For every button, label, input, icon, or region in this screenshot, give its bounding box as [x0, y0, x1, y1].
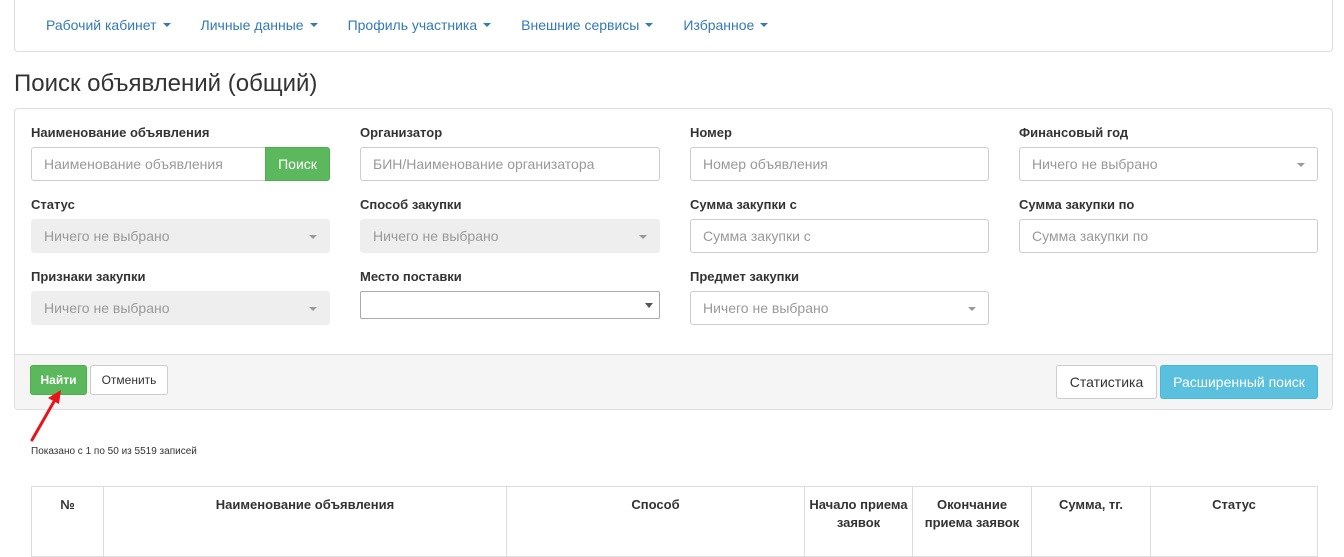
number-input[interactable]: Номер объявления	[690, 147, 989, 181]
nav-item-workspace[interactable]: Рабочий кабинет	[46, 17, 171, 33]
nav-item-label: Личные данные	[200, 17, 304, 33]
column-header-sum[interactable]: Сумма, тг.	[1031, 486, 1151, 557]
purchase-subject-value: Ничего не выбрано	[703, 300, 829, 316]
purchase-method-select[interactable]: Ничего не выбрано	[360, 219, 660, 253]
table-header-row: № Наименование объявления Способ Начало …	[31, 486, 1318, 557]
column-header-start-date[interactable]: Начало приема заявок	[804, 486, 913, 557]
number-label: Номер	[690, 125, 732, 140]
column-header-end-date[interactable]: Окончание приема заявок	[912, 486, 1032, 557]
status-label: Статус	[31, 197, 75, 212]
caret-down-icon	[1297, 163, 1305, 167]
caret-down-icon	[309, 235, 317, 239]
caret-down-icon	[309, 23, 318, 27]
caret-down-icon	[483, 23, 492, 27]
panel-footer: Найти Отменить Статистика Расширенный по…	[15, 354, 1332, 409]
nav-item-personal-data[interactable]: Личные данные	[201, 17, 318, 33]
fiscal-year-value: Ничего не выбрано	[1032, 156, 1158, 172]
top-navbar: Рабочий кабинет Личные данные Профиль уч…	[14, 0, 1333, 52]
advanced-search-button[interactable]: Расширенный поиск	[1160, 365, 1318, 399]
purchase-subject-label: Предмет закупки	[690, 269, 800, 284]
caret-down-icon	[645, 303, 653, 308]
nav-item-external-services[interactable]: Внешние сервисы	[521, 17, 654, 33]
nav-item-label: Профиль участника	[347, 17, 478, 33]
sum-from-label: Сумма закупки с	[690, 197, 797, 212]
delivery-place-select[interactable]	[360, 291, 660, 319]
purchase-method-value: Ничего не выбрано	[373, 228, 499, 244]
records-info: Показано с 1 по 50 из 5519 записей	[31, 446, 197, 457]
results-table: № Наименование объявления Способ Начало …	[31, 486, 1318, 557]
statistics-button[interactable]: Статистика	[1056, 365, 1157, 399]
nav-item-label: Избранное	[683, 17, 755, 33]
purchase-features-select[interactable]: Ничего не выбрано	[31, 291, 330, 325]
column-header-name[interactable]: Наименование объявления	[103, 486, 507, 557]
status-select[interactable]: Ничего не выбрано	[31, 219, 330, 253]
delivery-place-label: Место поставки	[360, 269, 462, 284]
purchase-method-label: Способ закупки	[360, 197, 462, 212]
purchase-subject-select[interactable]: Ничего не выбрано	[690, 291, 989, 325]
organizer-input[interactable]: БИН/Наименование организатора	[360, 147, 660, 181]
fiscal-year-label: Финансовый год	[1019, 125, 1129, 140]
caret-down-icon	[162, 23, 171, 27]
caret-down-icon	[309, 307, 317, 311]
fiscal-year-select[interactable]: Ничего не выбрано	[1019, 147, 1318, 181]
purchase-features-label: Признаки закупки	[31, 269, 146, 284]
column-header-status[interactable]: Статус	[1150, 486, 1318, 557]
column-header-method[interactable]: Способ	[506, 486, 805, 557]
status-value: Ничего не выбрано	[44, 228, 170, 244]
search-panel: Наименование объявления Наименование объ…	[14, 108, 1333, 410]
caret-down-icon	[968, 307, 976, 311]
nav-item-label: Рабочий кабинет	[46, 17, 157, 33]
column-header-number[interactable]: №	[31, 486, 104, 557]
nav-item-favorites[interactable]: Избранное	[683, 17, 769, 33]
sum-to-input[interactable]: Сумма закупки по	[1019, 219, 1318, 253]
organizer-label: Организатор	[360, 125, 443, 140]
announcement-name-input[interactable]: Наименование объявления	[31, 147, 266, 181]
search-button[interactable]: Поиск	[265, 147, 330, 181]
sum-from-input[interactable]: Сумма закупки с	[690, 219, 989, 253]
annotation-arrow-icon	[30, 390, 61, 442]
caret-down-icon	[639, 235, 647, 239]
page-title: Поиск объявлений (общий)	[14, 70, 318, 97]
caret-down-icon	[760, 23, 769, 27]
nav-item-participant-profile[interactable]: Профиль участника	[348, 17, 492, 33]
announcement-name-label: Наименование объявления	[31, 125, 210, 140]
purchase-features-value: Ничего не выбрано	[44, 300, 170, 316]
caret-down-icon	[645, 23, 654, 27]
cancel-button[interactable]: Отменить	[90, 365, 168, 395]
nav-item-label: Внешние сервисы	[521, 17, 640, 33]
sum-to-label: Сумма закупки по	[1019, 197, 1135, 212]
